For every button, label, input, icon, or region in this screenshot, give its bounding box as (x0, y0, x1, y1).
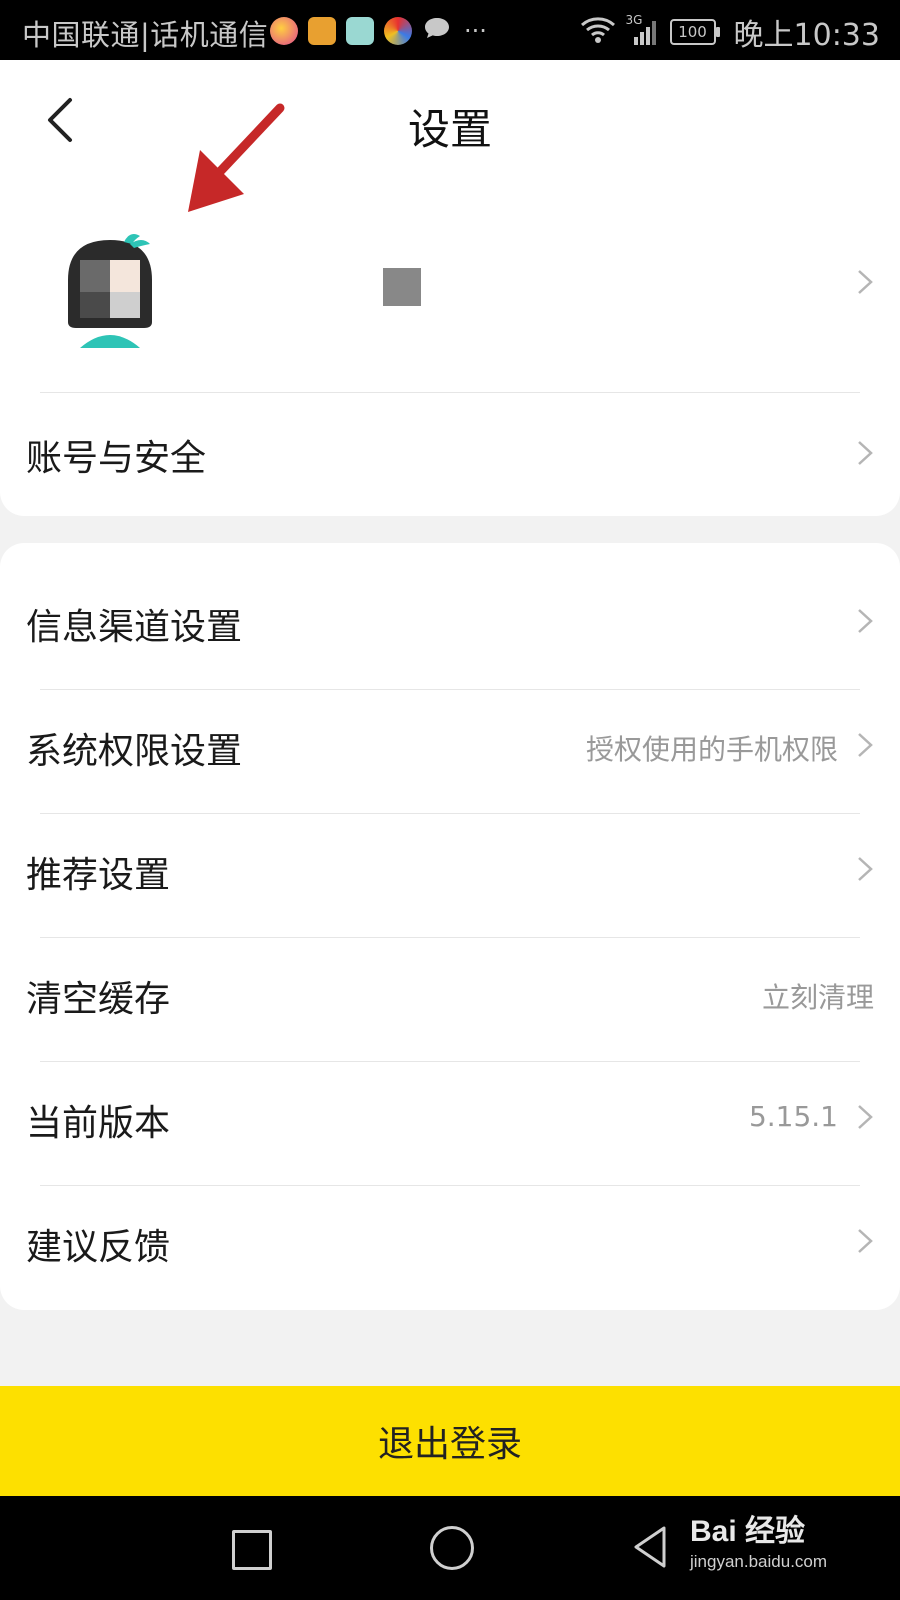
watermark-url: jingyan.baidu.com (690, 1552, 828, 1571)
settings-item-info-channel[interactable]: 信息渠道设置 (0, 543, 900, 689)
system-nav-bar: Bai 经验 jingyan.baidu.com (0, 1496, 900, 1600)
home-icon[interactable] (430, 1526, 474, 1570)
battery-icon: 100 (669, 19, 720, 45)
settings-card: 信息渠道设置 系统权限设置 授权使用的手机权限 推荐设置 清空缓存 立刻清理 当… (0, 543, 900, 1310)
settings-item-feedback[interactable]: 建议反馈 (0, 1186, 900, 1310)
avatar[interactable] (60, 230, 160, 350)
settings-item-value: 授权使用的手机权限 (585, 733, 838, 766)
settings-item-label: 信息渠道设置 (26, 607, 243, 648)
settings-item-recommendation[interactable]: 推荐设置 (0, 814, 900, 937)
clear-cache-button[interactable]: 立刻清理 (762, 976, 874, 1016)
chevron-right-icon (856, 731, 874, 759)
settings-item-version[interactable]: 当前版本 5.15.1 (0, 1062, 900, 1185)
watermark-brand: Bai 经验 (690, 1515, 806, 1548)
signal-icon: 3G (626, 13, 660, 47)
chevron-right-icon (856, 607, 874, 635)
profile-row[interactable] (0, 180, 900, 392)
status-indicators: 3G 100 晚上10:33 (580, 10, 880, 54)
page-title: 设置 (407, 105, 492, 154)
chevron-right-icon (856, 439, 874, 467)
app-notification-icon (270, 17, 298, 45)
account-card: 账号与安全 (0, 180, 900, 516)
settings-item-label: 建议反馈 (26, 1227, 171, 1268)
nav-back-icon[interactable] (630, 1524, 670, 1570)
recent-apps-icon[interactable] (232, 1530, 272, 1570)
chevron-right-icon (856, 1227, 874, 1255)
notification-icons: ··· (270, 15, 487, 47)
carrier-label: 中国联通|话机通信 (22, 18, 269, 52)
annotation-arrow-icon (180, 98, 290, 220)
browser-notification-icon (384, 17, 412, 45)
baidu-jingyan-watermark: Bai 经验 jingyan.baidu.com (690, 1506, 827, 1572)
account-security-item[interactable]: 账号与安全 (0, 393, 900, 513)
status-bar: 中国联通|话机通信 ··· 3G 100 晚上10:33 (0, 0, 900, 60)
version-value: 5.15.1 (748, 1100, 838, 1133)
clock: 晚上10:33 (733, 18, 880, 53)
settings-item-label: 当前版本 (26, 1103, 171, 1144)
chevron-right-icon (856, 268, 874, 296)
settings-item-label: 推荐设置 (26, 855, 171, 896)
settings-item-permissions[interactable]: 系统权限设置 授权使用的手机权限 (0, 690, 900, 813)
logout-button[interactable]: 退出登录 (0, 1386, 900, 1496)
chevron-right-icon (856, 1103, 874, 1131)
suning-notification-icon (346, 17, 374, 45)
settings-item-label: 清空缓存 (26, 979, 171, 1020)
username-mosaic (383, 268, 421, 306)
wifi-icon (580, 15, 616, 49)
package-notification-icon (308, 17, 336, 45)
header: 设置 (0, 60, 900, 180)
account-security-label: 账号与安全 (26, 438, 207, 479)
chevron-right-icon (856, 855, 874, 883)
settings-item-label: 系统权限设置 (26, 731, 243, 772)
message-notification-icon (422, 15, 452, 47)
more-notifications-icon: ··· (464, 17, 487, 45)
settings-item-clear-cache[interactable]: 清空缓存 立刻清理 (0, 938, 900, 1061)
